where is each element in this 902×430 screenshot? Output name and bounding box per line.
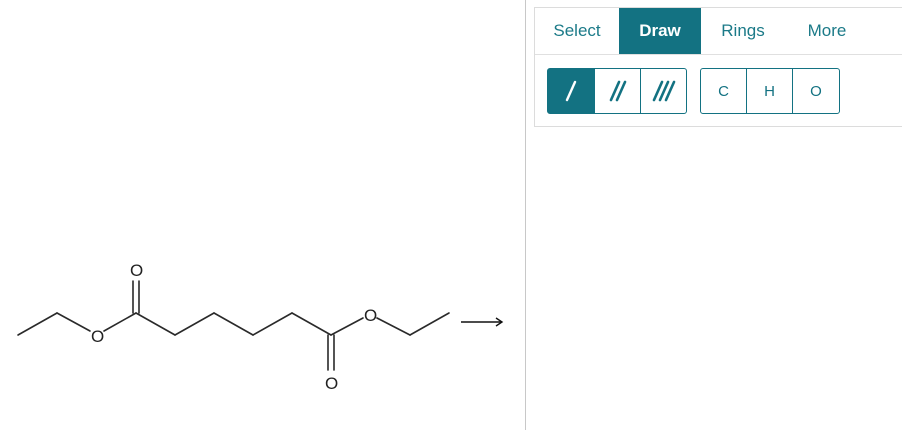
tab-more[interactable]: More xyxy=(785,8,869,54)
bond xyxy=(330,317,364,336)
atom-hydrogen-button[interactable]: H xyxy=(746,68,793,114)
atom-o-bottom: O xyxy=(325,374,338,393)
atom-o-ester-left: O xyxy=(91,327,104,346)
atom-carbon-button[interactable]: C xyxy=(700,68,747,114)
atom-oxygen-button[interactable]: O xyxy=(792,68,840,114)
bond xyxy=(103,312,137,332)
bond xyxy=(17,312,58,336)
bond xyxy=(135,312,176,336)
tab-select[interactable]: Select xyxy=(535,8,619,54)
tab-draw[interactable]: Draw xyxy=(619,8,701,54)
bond xyxy=(291,312,332,336)
molecule-structure: O O O O xyxy=(17,261,504,393)
triple-bond-button[interactable] xyxy=(640,68,687,114)
bond-tool-group xyxy=(547,68,687,114)
page: O O O O Select Draw Rings More C H O xyxy=(0,0,902,430)
single-bond-icon xyxy=(565,80,577,102)
sketcher-toolbar: Select Draw Rings More C H O xyxy=(534,7,902,127)
bond xyxy=(174,312,215,336)
atom-tool-group: C H O xyxy=(700,68,840,114)
tab-rings[interactable]: Rings xyxy=(701,8,785,54)
atom-o-top: O xyxy=(130,261,143,280)
reaction-arrow xyxy=(461,317,504,327)
reaction-canvas[interactable]: O O O O xyxy=(0,0,525,430)
editor-pane: Select Draw Rings More C H O xyxy=(526,0,902,430)
triple-bond-icon xyxy=(652,80,675,102)
double-bond-icon xyxy=(609,80,626,102)
single-bond-button[interactable] xyxy=(547,68,595,114)
bond xyxy=(252,312,293,336)
bond xyxy=(213,312,254,336)
bond xyxy=(376,317,411,336)
atom-o-ester-right: O xyxy=(364,306,377,325)
double-bond-button[interactable] xyxy=(594,68,641,114)
bond xyxy=(56,312,91,332)
bond xyxy=(409,312,450,336)
tab-bar: Select Draw Rings More xyxy=(535,8,902,55)
